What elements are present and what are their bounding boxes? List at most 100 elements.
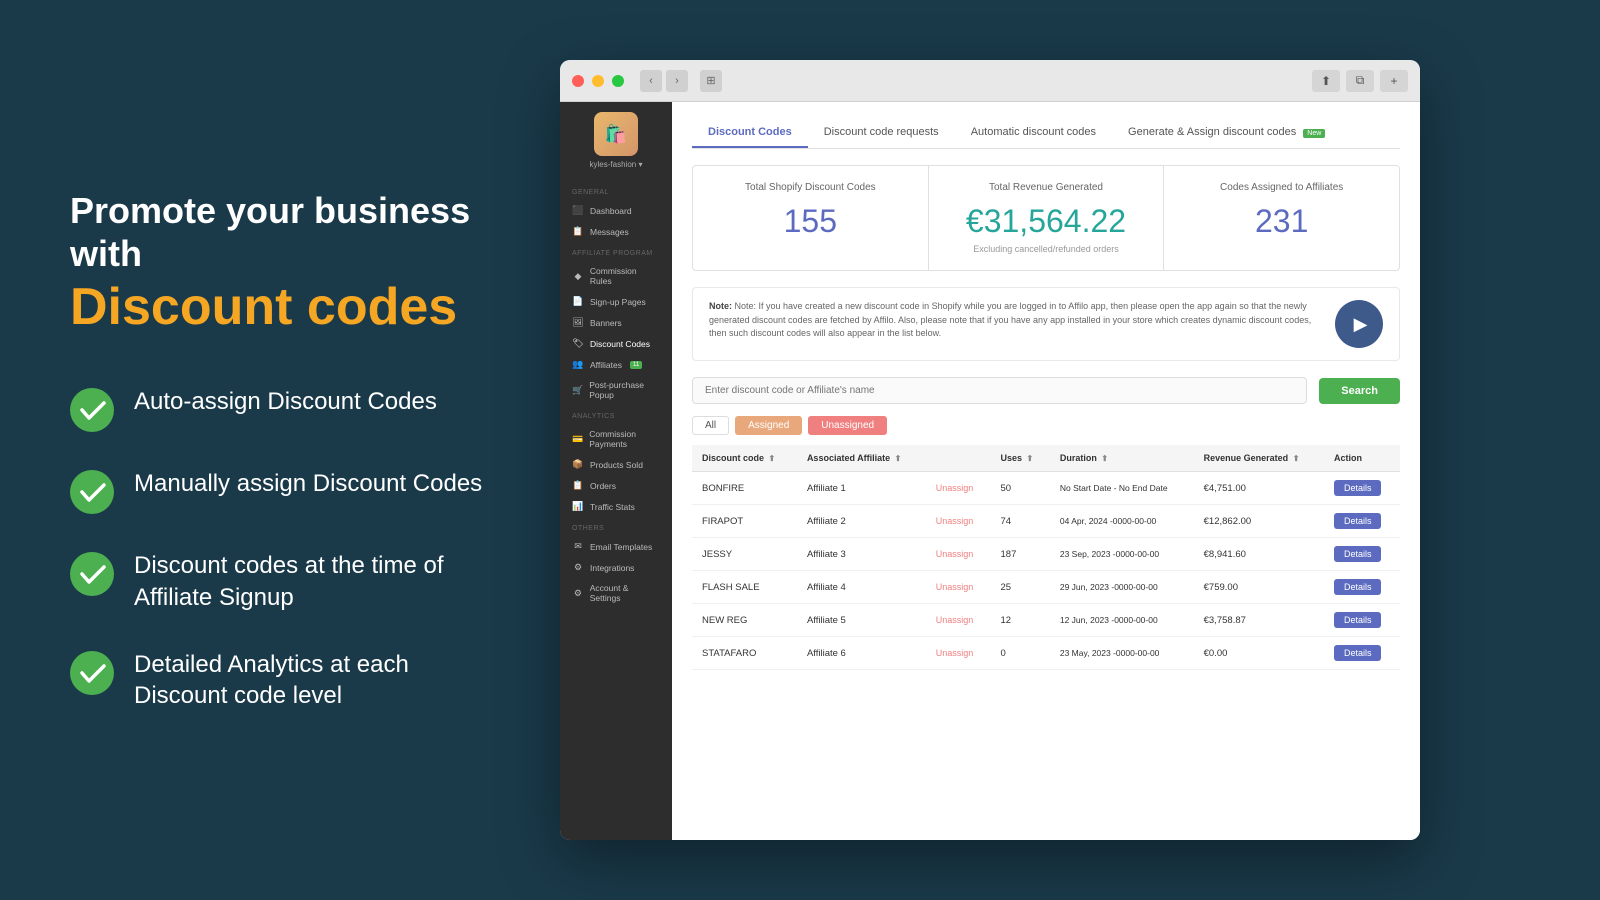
play-icon: ▶ (1354, 314, 1368, 335)
tab-automatic-discount-codes[interactable]: Automatic discount codes (955, 118, 1112, 148)
feature-item-auto-assign: Auto-assign Discount Codes (70, 386, 500, 432)
sidebar-item-messages[interactable]: 📋 Messages (560, 221, 672, 242)
sidebar: 🛍️ kyles-fashion ▾ GENERAL ⬛ Dashboard 📋… (560, 102, 672, 840)
sidebar-item-orders-label: Orders (590, 481, 616, 491)
browser-close-dot[interactable] (572, 75, 584, 87)
email-templates-icon: ✉ (572, 541, 584, 552)
tab-discount-code-requests[interactable]: Discount code requests (808, 118, 955, 148)
sidebar-item-orders[interactable]: 📋 Orders (560, 475, 672, 496)
details-button[interactable]: Details (1334, 579, 1382, 595)
new-badge: New (1303, 129, 1325, 138)
stat-value-total-revenue: €31,564.22 (945, 203, 1148, 240)
filter-assigned-button[interactable]: Assigned (735, 416, 802, 435)
sidebar-item-post-purchase-label: Post-purchase Popup (589, 380, 660, 400)
filter-all-button[interactable]: All (692, 416, 729, 435)
share-icon[interactable]: ⬆ (1312, 70, 1340, 92)
sidebar-item-email-templates[interactable]: ✉ Email Templates (560, 536, 672, 557)
col-header-revenue[interactable]: Revenue Generated ⬆ (1194, 445, 1324, 472)
duplicate-icon[interactable]: ⧉ (1346, 70, 1374, 92)
table-row: FIRAPOT Affiliate 2 Unassign 74 04 Apr, … (692, 505, 1400, 538)
sidebar-item-commission-rules[interactable]: ◆ Commission Rules (560, 261, 672, 291)
col-header-duration[interactable]: Duration ⬆ (1050, 445, 1194, 472)
cell-unassign[interactable]: Unassign (926, 472, 991, 505)
cell-duration: 23 May, 2023 -0000-00-00 (1050, 637, 1194, 670)
cell-unassign[interactable]: Unassign (926, 538, 991, 571)
details-button[interactable]: Details (1334, 645, 1382, 661)
stat-total-discount-codes: Total Shopify Discount Codes 155 (693, 166, 928, 270)
sidebar-item-traffic-stats[interactable]: 📊 Traffic Stats (560, 496, 672, 517)
back-arrow[interactable]: ‹ (640, 70, 662, 92)
cell-action[interactable]: Details (1324, 472, 1400, 505)
search-input[interactable] (692, 377, 1307, 404)
sidebar-item-products-sold[interactable]: 📦 Products Sold (560, 454, 672, 475)
sidebar-shop-name[interactable]: kyles-fashion ▾ (590, 160, 643, 169)
affiliates-badge: 11 (630, 361, 642, 369)
details-button[interactable]: Details (1334, 480, 1382, 496)
add-tab-icon[interactable]: + (1380, 70, 1408, 92)
sidebar-item-discount-codes-label: Discount Codes (590, 339, 650, 349)
sidebar-item-account-settings[interactable]: ⚙ Account & Settings (560, 578, 672, 608)
details-button[interactable]: Details (1334, 546, 1382, 562)
cell-uses: 187 (991, 538, 1050, 571)
feature-item-analytics: Detailed Analytics at each Discount code… (70, 649, 500, 711)
cell-uses: 25 (991, 571, 1050, 604)
forward-arrow[interactable]: › (666, 70, 688, 92)
sidebar-item-signup-pages[interactable]: 📄 Sign-up Pages (560, 291, 672, 312)
table-row: JESSY Affiliate 3 Unassign 187 23 Sep, 2… (692, 538, 1400, 571)
cell-revenue: €4,751.00 (1194, 472, 1324, 505)
orders-icon: 📋 (572, 480, 584, 491)
cell-action[interactable]: Details (1324, 571, 1400, 604)
cell-code: BONFIRE (692, 472, 797, 505)
browser-chrome: ‹ › ⊞ ⬆ ⧉ + (560, 60, 1420, 102)
col-header-discount-code[interactable]: Discount code ⬆ (692, 445, 797, 472)
cell-action[interactable]: Details (1324, 637, 1400, 670)
tab-generate-assign[interactable]: Generate & Assign discount codes New (1112, 118, 1341, 148)
commission-payments-icon: 💳 (572, 434, 583, 445)
sidebar-general-label: GENERAL (560, 189, 609, 196)
browser-maximize-dot[interactable] (612, 75, 624, 87)
feature-item-signup-discount: Discount codes at the time of Affiliate … (70, 550, 500, 612)
details-button[interactable]: Details (1334, 513, 1382, 529)
cell-duration: 04 Apr, 2024 -0000-00-00 (1050, 505, 1194, 538)
feature-list: Auto-assign Discount Codes Manually assi… (70, 386, 500, 711)
cell-unassign[interactable]: Unassign (926, 604, 991, 637)
cell-action[interactable]: Details (1324, 538, 1400, 571)
account-settings-icon: ⚙ (572, 588, 584, 599)
stat-sub-total-revenue: Excluding cancelled/refunded orders (945, 244, 1148, 254)
details-button[interactable]: Details (1334, 612, 1382, 628)
browser-body: 🛍️ kyles-fashion ▾ GENERAL ⬛ Dashboard 📋… (560, 102, 1420, 840)
sidebar-analytics-label: ANALYTICS (560, 413, 615, 420)
tab-navigation: Discount Codes Discount code requests Au… (692, 118, 1400, 149)
play-button[interactable]: ▶ (1335, 300, 1383, 348)
main-content: Discount Codes Discount code requests Au… (672, 102, 1420, 840)
sidebar-item-integrations[interactable]: ⚙ Integrations (560, 557, 672, 578)
cell-affiliate: Affiliate 5 (797, 604, 926, 637)
cell-uses: 74 (991, 505, 1050, 538)
cell-unassign[interactable]: Unassign (926, 637, 991, 670)
col-header-unassign (926, 445, 991, 472)
table-row: BONFIRE Affiliate 1 Unassign 50 No Start… (692, 472, 1400, 505)
sidebar-item-post-purchase[interactable]: 🛒 Post-purchase Popup (560, 375, 672, 405)
cell-unassign[interactable]: Unassign (926, 505, 991, 538)
check-circle-icon (70, 388, 114, 432)
sidebar-item-dashboard[interactable]: ⬛ Dashboard (560, 200, 672, 221)
stat-value-codes-assigned: 231 (1180, 203, 1383, 240)
filter-unassigned-button[interactable]: Unassigned (808, 416, 887, 435)
search-button[interactable]: Search (1319, 378, 1400, 404)
sidebar-item-commission-payments[interactable]: 💳 Commission Payments (560, 424, 672, 454)
sidebar-item-discount-codes[interactable]: 🏷 Discount Codes (560, 333, 672, 354)
cell-unassign[interactable]: Unassign (926, 571, 991, 604)
col-header-uses[interactable]: Uses ⬆ (991, 445, 1050, 472)
browser-minimize-dot[interactable] (592, 75, 604, 87)
tab-grid-icon[interactable]: ⊞ (700, 70, 722, 92)
col-header-associated-affiliate[interactable]: Associated Affiliate ⬆ (797, 445, 926, 472)
tab-discount-codes[interactable]: Discount Codes (692, 118, 808, 148)
sidebar-item-banners[interactable]: 🖼 Banners (560, 312, 672, 333)
sidebar-item-integrations-label: Integrations (590, 563, 634, 573)
cell-action[interactable]: Details (1324, 505, 1400, 538)
cell-action[interactable]: Details (1324, 604, 1400, 637)
cell-affiliate: Affiliate 2 (797, 505, 926, 538)
sidebar-item-products-sold-label: Products Sold (590, 460, 643, 470)
sidebar-item-affiliates[interactable]: 👥 Affiliates 11 (560, 354, 672, 375)
search-row: Search (692, 377, 1400, 404)
